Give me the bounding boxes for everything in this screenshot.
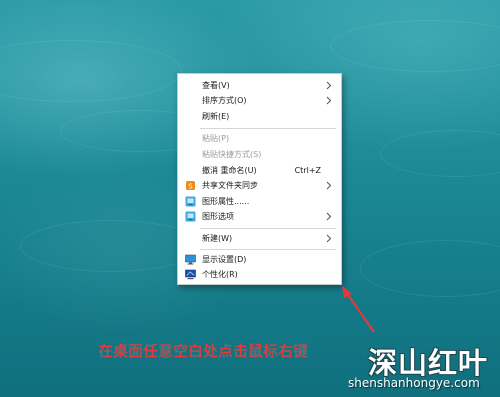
chevron-right-icon	[326, 234, 332, 243]
menu-item-label: 粘贴(P)	[202, 134, 230, 143]
menu-item-paste[interactable]: 粘贴(P)	[178, 131, 341, 146]
menu-item-graphics-properties[interactable]: 图形属性......	[178, 194, 341, 209]
menu-item-label: 粘贴快捷方式(S)	[202, 150, 262, 159]
menu-item-shared-folder-sync[interactable]: S 共享文件夹同步	[178, 178, 341, 193]
pointer-arrow-icon	[342, 286, 375, 333]
menu-item-sort-by[interactable]: 排序方式(O)	[178, 93, 341, 108]
menu-item-label: 图形属性......	[202, 197, 250, 206]
menu-item-label: 图形选项	[202, 212, 234, 221]
menu-item-graphics-options[interactable]: 图形选项	[178, 209, 341, 224]
instruction-caption: 在桌面任意空白处点击鼠标右键	[98, 342, 309, 360]
menu-item-label: 显示设置(D)	[202, 255, 247, 264]
svg-text:S: S	[188, 183, 193, 191]
menu-item-label: 刷新(E)	[202, 112, 230, 121]
chevron-right-icon	[326, 212, 332, 221]
menu-item-view[interactable]: 查看(V)	[178, 78, 341, 93]
chevron-right-icon	[326, 181, 332, 190]
menu-separator	[200, 128, 336, 129]
menu-item-shortcut: Ctrl+Z	[294, 166, 321, 175]
graphics-properties-icon	[185, 196, 196, 207]
chevron-right-icon	[326, 96, 332, 105]
desktop-context-menu: 查看(V) 排序方式(O) 刷新(E) 粘贴(P) 粘贴快捷方式(S) 撤消 重…	[177, 73, 342, 285]
menu-item-label: 个性化(R)	[202, 270, 238, 279]
menu-item-label: 撤消 重命名(U)	[202, 166, 257, 175]
share-sync-icon: S	[186, 181, 195, 191]
menu-item-label: 新建(W)	[202, 234, 233, 243]
menu-item-display-settings[interactable]: 显示设置(D)	[178, 252, 341, 267]
watermark-url: shenshanhongye.com	[348, 376, 480, 390]
menu-item-label: 共享文件夹同步	[202, 181, 258, 190]
display-settings-icon	[185, 254, 196, 265]
personalize-icon	[185, 269, 196, 280]
menu-item-refresh[interactable]: 刷新(E)	[178, 109, 341, 124]
menu-item-label: 排序方式(O)	[202, 96, 247, 105]
menu-separator	[200, 249, 336, 250]
menu-item-label: 查看(V)	[202, 81, 230, 90]
menu-item-undo-rename[interactable]: 撤消 重命名(U) Ctrl+Z	[178, 163, 341, 178]
chevron-right-icon	[326, 81, 332, 90]
graphics-options-icon	[185, 211, 196, 222]
menu-item-personalize[interactable]: 个性化(R)	[178, 267, 341, 282]
watermark: 深山红叶 shenshanhongye.com	[344, 340, 496, 392]
menu-separator	[200, 228, 336, 229]
menu-item-paste-shortcut[interactable]: 粘贴快捷方式(S)	[178, 147, 341, 162]
menu-item-new[interactable]: 新建(W)	[178, 231, 341, 246]
